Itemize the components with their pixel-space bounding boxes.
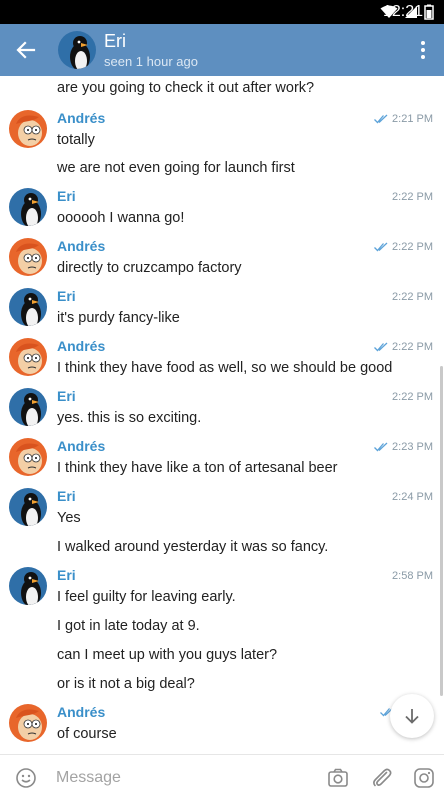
chat-header: Eri seen 1 hour ago — [0, 24, 444, 76]
message-text: of course — [57, 726, 117, 742]
sender-avatar[interactable] — [9, 238, 47, 276]
last-seen-status: seen 1 hour ago — [104, 54, 198, 69]
more-vertical-icon — [421, 41, 425, 45]
message-time: 2:22 PM — [392, 191, 433, 203]
message-composer — [0, 754, 444, 800]
fry-avatar-icon — [9, 438, 47, 476]
camera-icon — [328, 768, 348, 787]
smiley-icon — [16, 768, 36, 788]
sender-avatar[interactable] — [9, 388, 47, 426]
message-text: I got in late today at 9. — [57, 618, 200, 634]
message-text: yes. this is so exciting. — [57, 410, 202, 426]
fry-avatar-icon — [9, 338, 47, 376]
penguin-icon — [9, 488, 47, 526]
clock: 12:21 — [382, 3, 423, 20]
instagram-icon — [414, 768, 434, 788]
message-text: we are not even going for launch first — [57, 160, 295, 176]
message-text: are you going to check it out after work… — [57, 80, 315, 96]
penguin-icon — [9, 567, 47, 605]
scrollbar[interactable] — [440, 366, 443, 696]
double-check-icon — [374, 114, 388, 124]
message-text: I think they have like a ton of artesana… — [57, 460, 338, 476]
fry-avatar-icon — [9, 110, 47, 148]
message-time: 2:22 PM — [374, 341, 433, 353]
message-text: I feel guilty for leaving early. — [57, 589, 236, 605]
double-check-icon — [374, 442, 388, 452]
status-bar: 12:21 — [0, 0, 444, 24]
sender-name[interactable]: Eri — [57, 488, 76, 504]
scroll-to-bottom-button[interactable] — [390, 694, 434, 738]
message-text: I think they have food as well, so we sh… — [57, 360, 393, 376]
sender-name[interactable]: Andrés — [57, 338, 105, 354]
message-time: 2:22 PM — [374, 241, 433, 253]
sender-avatar[interactable] — [9, 188, 47, 226]
sender-avatar[interactable] — [9, 338, 47, 376]
attach-button[interactable] — [370, 766, 394, 790]
message-time: 2:24 PM — [392, 491, 433, 503]
back-button[interactable] — [8, 32, 44, 68]
arrow-down-icon — [405, 709, 419, 724]
message-text: directly to cruzcampo factory — [57, 260, 242, 276]
message-text: oooooh I wanna go! — [57, 210, 185, 226]
message-input[interactable] — [56, 766, 306, 790]
double-check-icon — [374, 342, 388, 352]
message-text: can I meet up with you guys later? — [57, 647, 278, 663]
message-text: or is it not a big deal? — [57, 676, 195, 692]
battery-icon — [424, 4, 434, 20]
sender-avatar[interactable] — [9, 488, 47, 526]
message-time: 2:23 PM — [374, 441, 433, 453]
sender-avatar[interactable] — [9, 567, 47, 605]
sender-name[interactable]: Eri — [57, 388, 76, 404]
fry-avatar-icon — [9, 238, 47, 276]
camera-button[interactable] — [326, 766, 350, 790]
more-options-button[interactable] — [408, 32, 438, 68]
double-check-icon — [374, 242, 388, 252]
message-time: 2:22 PM — [392, 291, 433, 303]
sender-name[interactable]: Andrés — [57, 704, 105, 720]
sender-name[interactable]: Eri — [57, 567, 76, 583]
emoji-button[interactable] — [14, 766, 38, 790]
sender-avatar[interactable] — [9, 110, 47, 148]
sender-avatar[interactable] — [9, 704, 47, 742]
sender-name[interactable]: Eri — [57, 288, 76, 304]
sender-avatar[interactable] — [9, 438, 47, 476]
penguin-icon — [9, 288, 47, 326]
chat-title[interactable]: Eri — [104, 31, 126, 52]
sender-name[interactable]: Andrés — [57, 110, 105, 126]
penguin-icon — [9, 188, 47, 226]
message-text: I walked around yesterday it was so fanc… — [57, 539, 329, 555]
sender-avatar[interactable] — [9, 288, 47, 326]
message-time: 2:22 PM — [392, 391, 433, 403]
sender-name[interactable]: Andrés — [57, 238, 105, 254]
message-text: totally — [57, 132, 95, 148]
paperclip-icon — [373, 768, 392, 787]
sender-name[interactable]: Eri — [57, 188, 76, 204]
message-time: 2:58 PM — [392, 570, 433, 582]
penguin-icon — [58, 31, 96, 69]
arrow-left-icon — [16, 41, 36, 59]
sender-name[interactable]: Andrés — [57, 438, 105, 454]
message-text: it's purdy fancy-like — [57, 310, 180, 326]
penguin-icon — [9, 388, 47, 426]
fry-avatar-icon — [9, 704, 47, 742]
contact-avatar[interactable] — [58, 31, 96, 69]
instagram-button[interactable] — [412, 766, 436, 790]
message-time: 2:21 PM — [374, 113, 433, 125]
message-list[interactable]: are you going to check it out after work… — [0, 76, 444, 754]
message-text: Yes — [57, 510, 81, 526]
